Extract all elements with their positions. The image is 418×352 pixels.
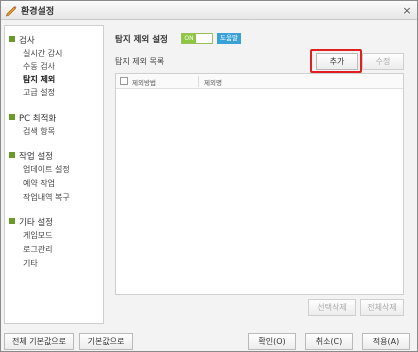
apply-button[interactable]: 적용(A) xyxy=(362,333,410,350)
sidebar-item-misc[interactable]: 기타 xyxy=(23,258,38,269)
select-all-checkbox[interactable] xyxy=(120,77,128,85)
group-bullet-icon xyxy=(9,36,15,42)
sidebar-group-other-settings[interactable]: 기타 설정 xyxy=(9,216,53,228)
settings-sidebar: 검사 실시간 감시 수동 검사 탐지 제외 고급 설정 PC 최적화 검색 항목… xyxy=(4,25,104,324)
sidebar-group-task-settings[interactable]: 작업 설정 xyxy=(9,150,53,162)
dialog-footer: 전체 기본값으로 기본값으로 확인(O) 취소(C) 적용(A) xyxy=(1,329,417,351)
title-bar: 환경설정 × xyxy=(1,1,417,20)
sidebar-item-task-history-restore[interactable]: 작업내역 복구 xyxy=(23,192,70,203)
toggle-state: ON xyxy=(182,34,196,43)
cancel-button[interactable]: 취소(C) xyxy=(305,333,353,350)
close-icon[interactable]: × xyxy=(401,5,413,17)
ok-button[interactable]: 확인(O) xyxy=(248,333,296,350)
list-title: 탐지 제외 목록 xyxy=(115,57,165,66)
sidebar-item-log-management[interactable]: 로그관리 xyxy=(23,244,52,255)
settings-window: 환경설정 × 검사 실시간 감시 수동 검사 탐지 제외 고급 설정 PC 최적… xyxy=(0,0,418,352)
window-title: 환경설정 xyxy=(21,7,55,17)
exclusion-toggle[interactable]: ON xyxy=(181,33,213,44)
sidebar-item-exclusions[interactable]: 탐지 제외 xyxy=(23,74,55,85)
group-bullet-icon xyxy=(9,218,15,224)
edit-button[interactable]: 수정 xyxy=(362,53,404,70)
column-divider xyxy=(198,76,199,87)
reset-all-defaults-button[interactable]: 전체 기본값으로 xyxy=(4,333,74,350)
group-bullet-icon xyxy=(9,114,15,120)
sidebar-item-scheduled-tasks[interactable]: 예약 작업 xyxy=(23,178,55,189)
sidebar-item-update-settings[interactable]: 업데이트 설정 xyxy=(23,164,70,175)
sidebar-item-search-items[interactable]: 검색 항목 xyxy=(23,126,55,137)
sidebar-group-pc-optimize[interactable]: PC 최적화 xyxy=(9,112,56,124)
sidebar-item-advanced[interactable]: 고급 설정 xyxy=(23,87,55,98)
section-title: 탐지 제외 설정 xyxy=(115,35,168,45)
reset-defaults-button[interactable]: 기본값으로 xyxy=(79,333,133,350)
list-header: 제외방법 제외명 xyxy=(116,74,403,89)
group-bullet-icon xyxy=(9,152,15,158)
column-header-name[interactable]: 제외명 xyxy=(204,77,222,87)
sidebar-item-game-mode[interactable]: 게임모드 xyxy=(23,230,52,241)
pencil-icon xyxy=(6,6,17,17)
delete-selected-button[interactable]: 선택삭제 xyxy=(308,299,356,316)
column-header-method[interactable]: 제외방법 xyxy=(132,77,156,87)
sidebar-group-scan[interactable]: 검사 xyxy=(9,34,35,46)
delete-all-button[interactable]: 전체삭제 xyxy=(360,299,404,316)
sidebar-item-realtime-monitor[interactable]: 실시간 감시 xyxy=(23,48,62,59)
add-button-highlight xyxy=(310,49,362,73)
settings-main-panel: 탐지 제외 설정 ON 도움말 탐지 제외 목록 추가 수정 제외방법 제외명 … xyxy=(110,25,415,324)
exclusion-list[interactable]: 제외방법 제외명 xyxy=(115,73,404,295)
help-button[interactable]: 도움말 xyxy=(217,33,241,44)
sidebar-item-manual-scan[interactable]: 수동 검사 xyxy=(23,61,55,72)
